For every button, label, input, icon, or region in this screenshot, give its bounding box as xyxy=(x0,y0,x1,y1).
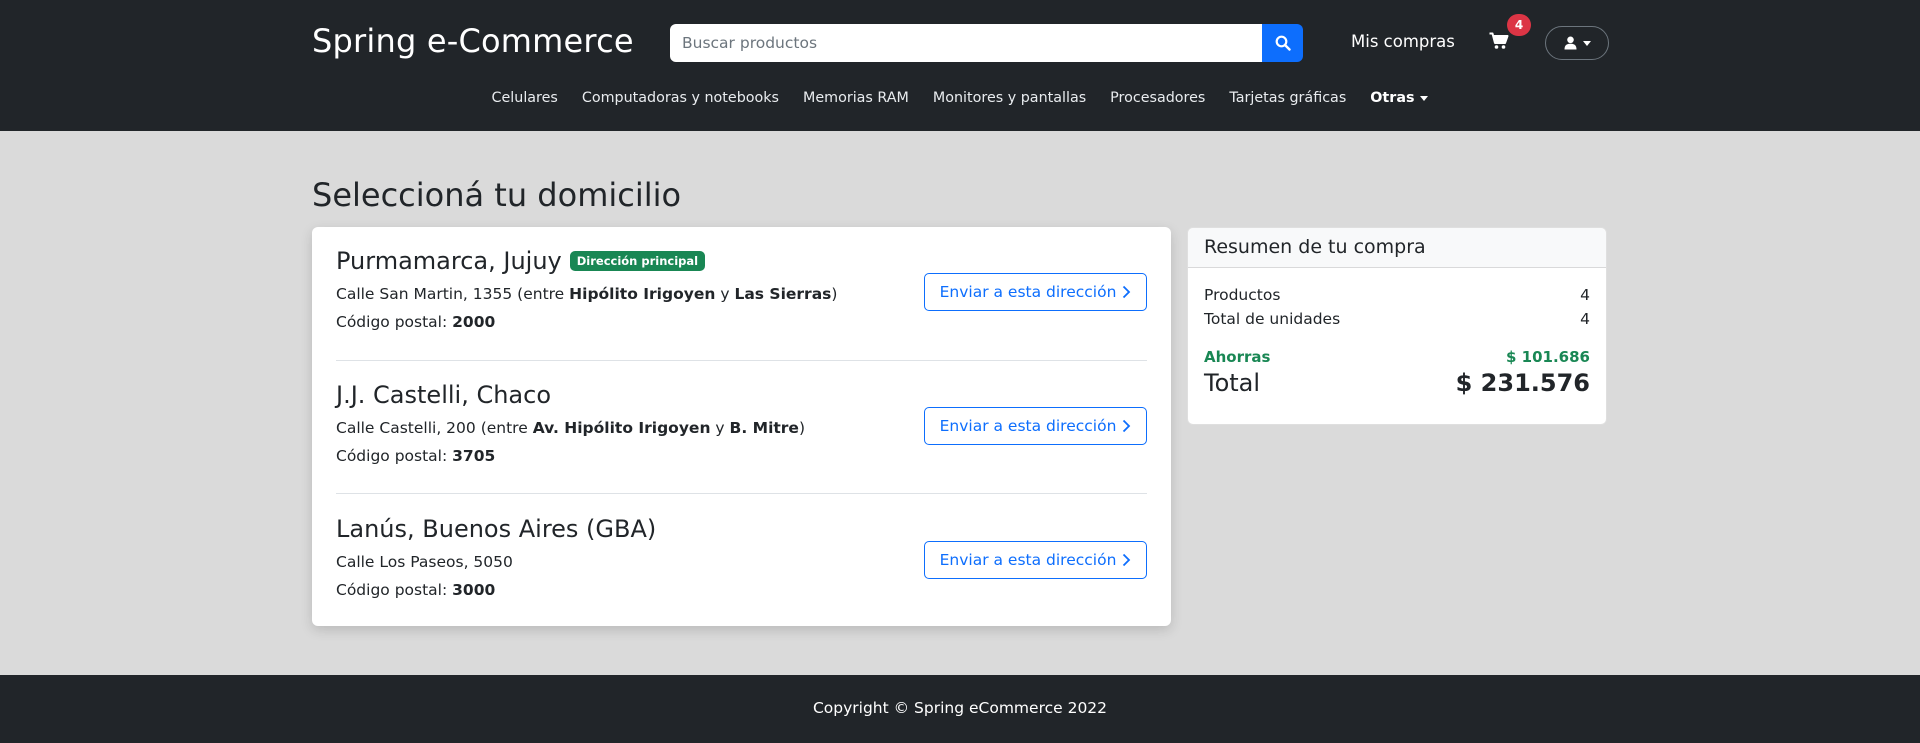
purchase-summary-card: Resumen de tu compra Productos 4 Total d… xyxy=(1187,227,1607,425)
search-button[interactable] xyxy=(1262,24,1303,62)
address-city: Lanús, Buenos Aires (GBA) xyxy=(336,515,657,543)
postal-code: 2000 xyxy=(452,313,496,331)
products-label: Productos xyxy=(1204,286,1281,304)
summary-savings-row: Ahorras $ 101.686 xyxy=(1204,348,1590,366)
send-button-label: Enviar a esta dirección xyxy=(939,417,1117,435)
address-postal: Código postal: 3000 xyxy=(336,581,495,599)
category-link-procesadores[interactable]: Procesadores xyxy=(1098,90,1217,106)
products-value: 4 xyxy=(1580,286,1590,304)
address-item: Purmamarca, Jujuy Dirección principal Ca… xyxy=(336,227,1147,361)
category-dropdown-otras[interactable]: Otras xyxy=(1358,90,1440,106)
address-city-title: Lanús, Buenos Aires (GBA) xyxy=(336,515,656,543)
search-input[interactable] xyxy=(670,24,1262,62)
footer-copyright: Copyright © Spring eCommerce 2022 xyxy=(812,699,1108,717)
send-to-address-button[interactable]: Enviar a esta dirección xyxy=(924,407,1147,445)
postal-label: Código postal: xyxy=(336,581,448,599)
category-dropdown-label: Otras xyxy=(1370,90,1415,106)
street-between-a: Hipólito Irigoyen xyxy=(569,285,716,303)
search-icon xyxy=(1275,35,1291,51)
postal-code: 3000 xyxy=(452,581,496,599)
summary-products-row: Productos 4 xyxy=(1204,286,1590,304)
address-postal: Código postal: 3705 xyxy=(336,447,495,465)
street-suffix: ) xyxy=(831,285,838,303)
summary-title: Resumen de tu compra xyxy=(1204,236,1426,258)
cart-icon xyxy=(1489,32,1509,49)
brand-logo[interactable]: Spring e-Commerce xyxy=(312,22,634,60)
primary-address-badge: Dirección principal xyxy=(569,251,706,271)
footer: Copyright © Spring eCommerce 2022 xyxy=(0,675,1920,743)
address-city: Purmamarca, Jujuy xyxy=(336,247,562,275)
chevron-right-icon xyxy=(1123,285,1131,299)
address-street: Calle Castelli, 200 (entre Av. Hipólito … xyxy=(336,419,805,437)
savings-label: Ahorras xyxy=(1204,348,1271,366)
chevron-right-icon xyxy=(1123,419,1131,433)
send-button-label: Enviar a esta dirección xyxy=(939,551,1117,569)
postal-code: 3705 xyxy=(452,447,496,465)
units-label: Total de unidades xyxy=(1204,310,1341,328)
address-city-title: Purmamarca, Jujuy Dirección principal xyxy=(336,247,706,275)
savings-value: $ 101.686 xyxy=(1506,348,1590,366)
street-suffix: ) xyxy=(798,419,806,437)
address-city-title: J.J. Castelli, Chaco xyxy=(336,381,551,409)
category-link-monitores[interactable]: Monitores y pantallas xyxy=(921,90,1098,106)
address-item: Lanús, Buenos Aires (GBA) Calle Los Pase… xyxy=(336,495,1147,629)
chevron-right-icon xyxy=(1123,553,1131,567)
send-to-address-button[interactable]: Enviar a esta dirección xyxy=(924,273,1147,311)
street-text: Calle Castelli, 200 (entre xyxy=(336,419,528,437)
street-between-b: B. Mitre xyxy=(729,419,799,437)
my-purchases-link[interactable]: Mis compras xyxy=(1351,32,1455,51)
divider xyxy=(336,493,1147,494)
category-nav: Celulares Computadoras y notebooks Memor… xyxy=(0,85,1920,111)
chevron-down-icon xyxy=(1582,40,1591,46)
category-link-computadoras[interactable]: Computadoras y notebooks xyxy=(570,90,791,106)
cart-count-badge: 4 xyxy=(1507,14,1531,36)
street-and: y xyxy=(715,419,725,437)
page-title: Seleccioná tu domicilio xyxy=(312,176,682,214)
category-link-celulares[interactable]: Celulares xyxy=(480,90,570,106)
cart-button[interactable] xyxy=(1489,32,1511,54)
navbar: Spring e-Commerce Mis compras 4 Celulare… xyxy=(0,0,1920,131)
category-link-tarjetas[interactable]: Tarjetas gráficas xyxy=(1217,90,1358,106)
street-between-a: Av. Hipólito Irigoyen xyxy=(532,419,711,437)
address-postal: Código postal: 2000 xyxy=(336,313,495,331)
total-value: $ 231.576 xyxy=(1455,369,1590,397)
postal-label: Código postal: xyxy=(336,447,448,465)
user-icon xyxy=(1564,36,1576,50)
street-text: Calle San Martin, 1355 (entre xyxy=(336,285,565,303)
units-value: 4 xyxy=(1580,310,1590,328)
user-menu-button[interactable] xyxy=(1545,26,1609,60)
send-to-address-button[interactable]: Enviar a esta dirección xyxy=(924,541,1147,579)
summary-header: Resumen de tu compra xyxy=(1188,228,1606,268)
category-link-memorias[interactable]: Memorias RAM xyxy=(791,90,921,106)
address-city: J.J. Castelli, Chaco xyxy=(336,381,552,409)
summary-total-row: Total $ 231.576 xyxy=(1204,369,1590,397)
address-street: Calle San Martin, 1355 (entre Hipólito I… xyxy=(336,285,837,303)
street-between-b: Las Sierras xyxy=(734,285,832,303)
search-form xyxy=(670,24,1303,62)
postal-label: Código postal: xyxy=(336,313,448,331)
summary-units-row: Total de unidades 4 xyxy=(1204,310,1590,328)
address-street: Calle Los Paseos, 5050 xyxy=(336,553,513,571)
chevron-down-icon xyxy=(1420,95,1429,101)
address-item: J.J. Castelli, Chaco Calle Castelli, 200… xyxy=(336,361,1147,495)
total-label: Total xyxy=(1204,369,1261,397)
street-and: y xyxy=(720,285,730,303)
address-list-card: Purmamarca, Jujuy Dirección principal Ca… xyxy=(312,227,1171,626)
send-button-label: Enviar a esta dirección xyxy=(939,283,1117,301)
